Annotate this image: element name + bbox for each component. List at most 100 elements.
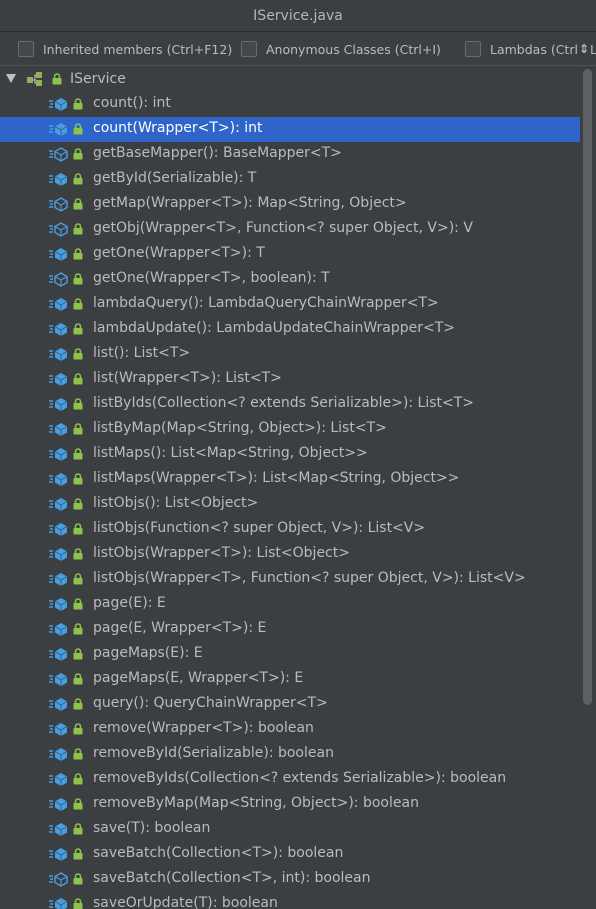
method-row[interactable]: save(T): boolean xyxy=(0,817,580,842)
method-row[interactable]: listObjs(Wrapper<T>, Function<? super Ob… xyxy=(0,567,580,592)
method-icon xyxy=(49,698,68,711)
lock-icon xyxy=(52,73,62,85)
lock-icon xyxy=(73,373,83,385)
method-row[interactable]: saveBatch(Collection<T>, int): boolean xyxy=(0,867,580,892)
method-row[interactable]: getOne(Wrapper<T>, boolean): T xyxy=(0,267,580,292)
method-row[interactable]: list(): List<T> xyxy=(0,342,580,367)
lock-icon xyxy=(73,198,83,210)
method-row[interactable]: removeById(Serializable): boolean xyxy=(0,742,580,767)
abstract-method-icon xyxy=(49,872,68,887)
lock-icon xyxy=(73,748,83,760)
method-signature: getMap(Wrapper<T>): Map<String, Object> xyxy=(93,195,407,211)
method-icon xyxy=(49,473,68,486)
method-icon xyxy=(49,423,68,436)
method-row[interactable]: page(E): E xyxy=(0,592,580,617)
structure-tree[interactable]: IService count(): int count(Wrapper<T>): … xyxy=(0,67,580,909)
method-icon xyxy=(49,448,68,461)
method-icon xyxy=(49,898,68,909)
lock-icon xyxy=(73,773,83,785)
lock-icon xyxy=(73,273,83,285)
method-signature: page(E, Wrapper<T>): E xyxy=(93,620,267,636)
method-signature: page(E): E xyxy=(93,595,166,611)
lock-icon xyxy=(73,348,83,360)
anonymous-classes-option[interactable]: Anonymous Classes (Ctrl+I) xyxy=(241,39,441,59)
method-row[interactable]: getObj(Wrapper<T>, Function<? super Obje… xyxy=(0,217,580,242)
method-row[interactable]: listObjs(Wrapper<T>): List<Object> xyxy=(0,542,580,567)
method-signature: pageMaps(E): E xyxy=(93,645,203,661)
lock-icon xyxy=(73,223,83,235)
vertical-scrollbar[interactable] xyxy=(580,67,596,909)
method-signature: lambdaQuery(): LambdaQueryChainWrapper<T… xyxy=(93,295,439,311)
inherited-members-checkbox[interactable] xyxy=(18,41,34,57)
anonymous-classes-checkbox[interactable] xyxy=(241,41,257,57)
method-row[interactable]: saveOrUpdate(T): boolean xyxy=(0,892,580,909)
lock-icon xyxy=(73,698,83,710)
scrollbar-thumb[interactable] xyxy=(583,69,592,705)
method-signature: remove(Wrapper<T>): boolean xyxy=(93,720,314,736)
method-icon xyxy=(49,723,68,736)
method-row[interactable]: pageMaps(E, Wrapper<T>): E xyxy=(0,667,580,692)
lock-icon xyxy=(73,473,83,485)
method-row[interactable]: listByIds(Collection<? extends Serializa… xyxy=(0,392,580,417)
method-icon xyxy=(49,173,68,186)
method-icon xyxy=(49,98,68,111)
lock-icon xyxy=(73,723,83,735)
method-row[interactable]: list(Wrapper<T>): List<T> xyxy=(0,367,580,392)
method-icon xyxy=(49,398,68,411)
method-row[interactable]: getBaseMapper(): BaseMapper<T> xyxy=(0,142,580,167)
lock-icon xyxy=(73,323,83,335)
tree-root-node[interactable]: IService xyxy=(0,67,580,92)
method-signature: getBaseMapper(): BaseMapper<T> xyxy=(93,145,342,161)
lambdas-checkbox[interactable] xyxy=(465,41,481,57)
method-signature: saveBatch(Collection<T>, int): boolean xyxy=(93,870,371,886)
method-icon xyxy=(49,498,68,511)
method-row[interactable]: page(E, Wrapper<T>): E xyxy=(0,617,580,642)
method-row[interactable]: listObjs(Function<? super Object, V>): L… xyxy=(0,517,580,542)
method-icon xyxy=(49,673,68,686)
abstract-method-icon xyxy=(49,147,68,162)
method-row[interactable]: count(Wrapper<T>): int xyxy=(0,117,580,142)
method-signature: pageMaps(E, Wrapper<T>): E xyxy=(93,670,304,686)
method-icon xyxy=(49,748,68,761)
method-row[interactable]: saveBatch(Collection<T>): boolean xyxy=(0,842,580,867)
inherited-members-option[interactable]: Inherited members (Ctrl+F12) xyxy=(18,39,232,59)
method-row[interactable]: listObjs(): List<Object> xyxy=(0,492,580,517)
method-icon xyxy=(49,323,68,336)
method-row[interactable]: getMap(Wrapper<T>): Map<String, Object> xyxy=(0,192,580,217)
method-icon xyxy=(49,548,68,561)
lambdas-option[interactable]: Lambdas (Ctrl⇕L) xyxy=(465,39,596,59)
lock-icon xyxy=(73,898,83,909)
method-row[interactable]: remove(Wrapper<T>): boolean xyxy=(0,717,580,742)
method-row[interactable]: pageMaps(E): E xyxy=(0,642,580,667)
method-row[interactable]: listMaps(): List<Map<String, Object>> xyxy=(0,442,580,467)
lock-icon xyxy=(73,98,83,110)
method-signature: getOne(Wrapper<T>): T xyxy=(93,245,265,261)
method-signature: lambdaUpdate(): LambdaUpdateChainWrapper… xyxy=(93,320,456,336)
lock-icon xyxy=(73,798,83,810)
method-row[interactable]: query(): QueryChainWrapper<T> xyxy=(0,692,580,717)
method-row[interactable]: listMaps(Wrapper<T>): List<Map<String, O… xyxy=(0,467,580,492)
method-row[interactable]: listByMap(Map<String, Object>): List<T> xyxy=(0,417,580,442)
lock-icon xyxy=(73,823,83,835)
method-icon xyxy=(49,848,68,861)
method-row[interactable]: lambdaUpdate(): LambdaUpdateChainWrapper… xyxy=(0,317,580,342)
method-signature: listByMap(Map<String, Object>): List<T> xyxy=(93,420,387,436)
method-signature: listMaps(Wrapper<T>): List<Map<String, O… xyxy=(93,470,460,486)
method-row[interactable]: removeByMap(Map<String, Object>): boolea… xyxy=(0,792,580,817)
method-icon xyxy=(49,798,68,811)
lock-icon xyxy=(73,673,83,685)
expand-arrow-icon[interactable] xyxy=(6,74,16,83)
shortcut-arrows-icon: ⇕ xyxy=(578,42,589,56)
method-row[interactable]: removeByIds(Collection<? extends Seriali… xyxy=(0,767,580,792)
lambdas-label-start: Lambdas (Ctrl xyxy=(490,41,578,57)
method-row[interactable]: count(): int xyxy=(0,92,580,117)
method-signature: query(): QueryChainWrapper<T> xyxy=(93,695,328,711)
method-icon xyxy=(49,123,68,136)
method-icon xyxy=(49,248,68,261)
method-icon xyxy=(49,298,68,311)
method-row[interactable]: getById(Serializable): T xyxy=(0,167,580,192)
method-row[interactable]: getOne(Wrapper<T>): T xyxy=(0,242,580,267)
method-row[interactable]: lambdaQuery(): LambdaQueryChainWrapper<T… xyxy=(0,292,580,317)
method-signature: count(Wrapper<T>): int xyxy=(93,120,263,136)
lock-icon xyxy=(73,448,83,460)
